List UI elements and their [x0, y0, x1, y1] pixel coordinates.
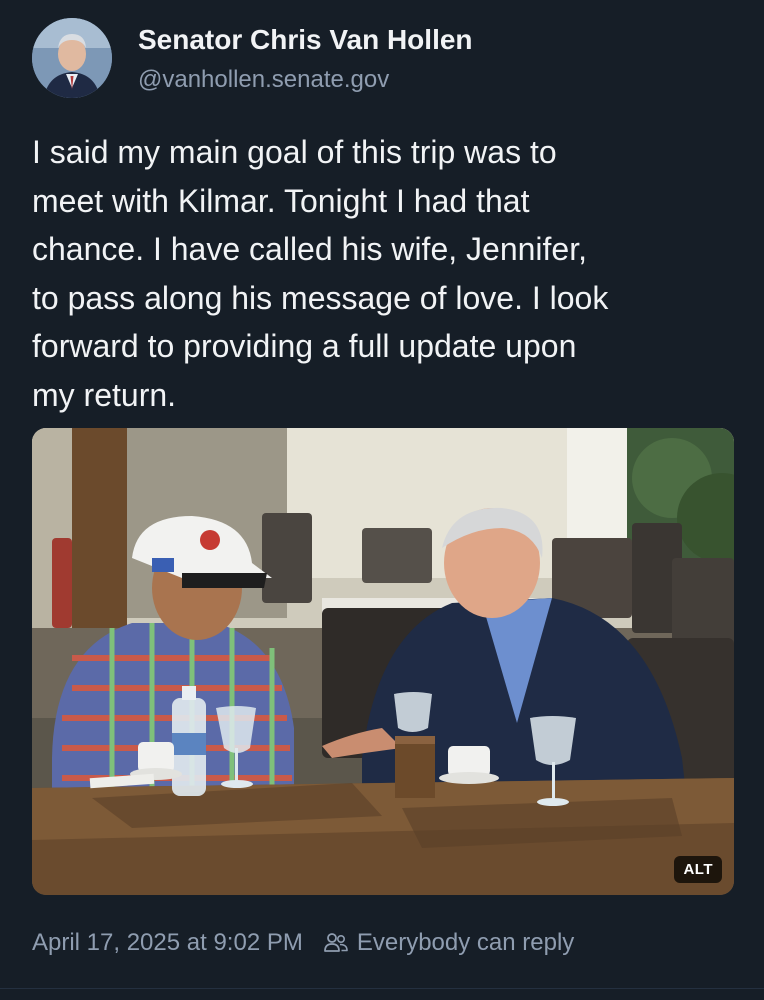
- post-text-line: my return.: [32, 376, 177, 413]
- divider: [0, 988, 764, 989]
- avatar[interactable]: [32, 18, 112, 98]
- alt-badge[interactable]: ALT: [674, 856, 722, 883]
- author-handle[interactable]: @vanhollen.senate.gov: [138, 66, 389, 94]
- post-header: Senator Chris Van Hollen @vanhollen.sena…: [32, 18, 732, 100]
- avatar-image: [32, 18, 112, 98]
- people-icon: [323, 930, 349, 956]
- post-text-line: meet with Kilmar. Tonight I had that: [32, 182, 530, 219]
- reply-setting[interactable]: Everybody can reply: [323, 929, 574, 957]
- post-text-line: to pass along his message of love. I loo…: [32, 279, 609, 316]
- post-footer: April 17, 2025 at 9:02 PM Everybody can …: [32, 926, 732, 960]
- author-name[interactable]: Senator Chris Van Hollen: [138, 24, 473, 56]
- post: Senator Chris Van Hollen @vanhollen.sena…: [0, 0, 764, 1000]
- post-text: I said my main goal of this trip was to …: [32, 128, 732, 419]
- photo-meeting: [32, 428, 734, 895]
- post-text-line: forward to providing a full update upon: [32, 328, 577, 364]
- reply-setting-label: Everybody can reply: [356, 929, 575, 956]
- post-image[interactable]: ALT: [32, 428, 734, 895]
- post-text-line: chance. I have called his wife, Jennifer…: [32, 231, 587, 267]
- post-timestamp[interactable]: April 17, 2025 at 9:02 PM: [32, 929, 303, 957]
- post-text-line: I said my main goal of this trip was to: [32, 134, 557, 170]
